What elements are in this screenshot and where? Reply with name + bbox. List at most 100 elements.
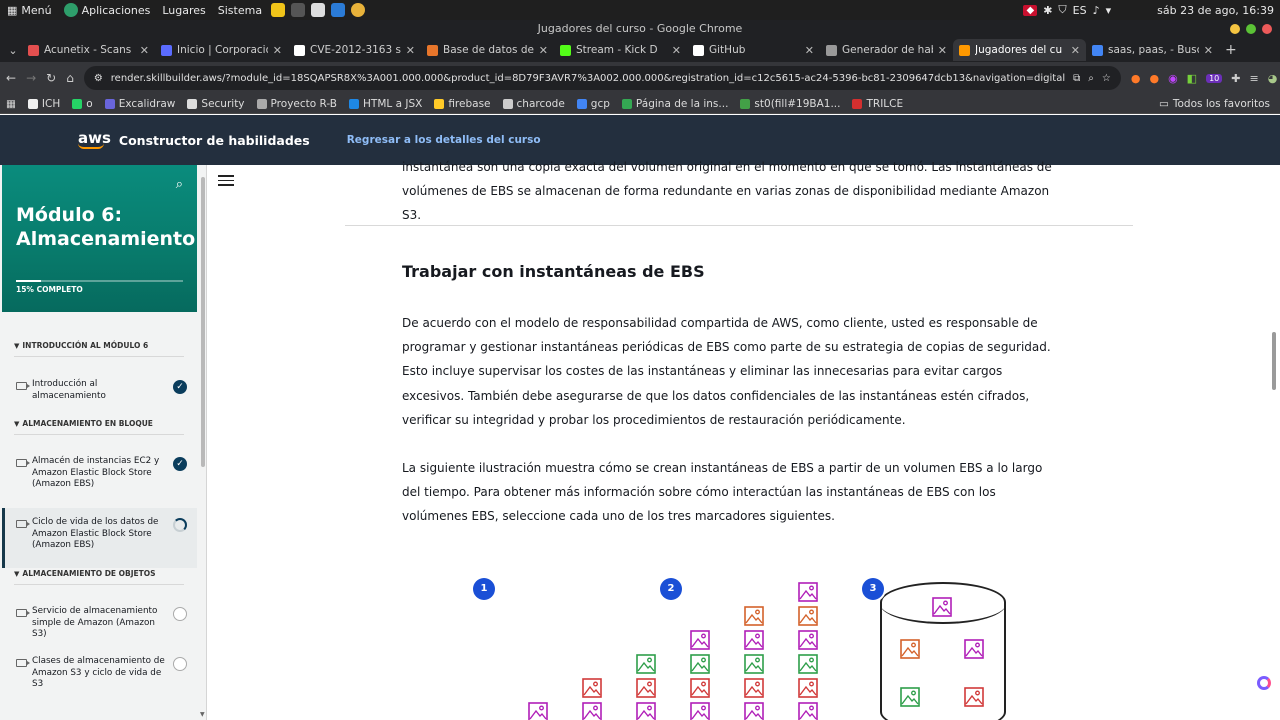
bookmark-item[interactable]: TRILCE — [852, 98, 903, 110]
tab-close-icon[interactable]: ✕ — [805, 44, 814, 57]
terminal-icon[interactable] — [291, 3, 306, 17]
bookmark-item[interactable]: ICH — [27, 98, 60, 110]
browser-tab[interactable]: Acunetix - Scans ✕ — [22, 39, 155, 61]
volume-icon[interactable]: ♪ — [1093, 4, 1100, 17]
shield-icon[interactable]: ⛉ — [1058, 3, 1066, 17]
minimize-button[interactable] — [1230, 24, 1240, 34]
zoom-icon[interactable]: ⌕ — [1088, 73, 1094, 84]
extension-icon-1[interactable]: ● — [1131, 72, 1141, 85]
url-text[interactable]: render.skillbuilder.aws/?module_id=18SQA… — [111, 73, 1065, 84]
video-icon — [16, 609, 30, 617]
maximize-button[interactable] — [1246, 24, 1256, 34]
browser-tab[interactable]: saas, paas, - Busc ✕ — [1086, 39, 1219, 61]
os-menu[interactable]: ▦ Menú — [4, 4, 55, 17]
all-bookmarks-folder[interactable]: ▭ Todos los favoritos — [1159, 98, 1280, 110]
launcher-icon-1[interactable] — [271, 3, 286, 17]
main-scrollbar-thumb[interactable] — [1272, 332, 1276, 390]
bookmark-favicon-icon — [349, 98, 360, 109]
search-icon[interactable]: ⌕ — [176, 177, 183, 192]
section-intro[interactable]: ▼ INTRODUCCIÓN AL MÓDULO 6 — [14, 341, 184, 357]
section-block-storage[interactable]: ▼ ALMACENAMIENTO EN BLOQUE — [14, 419, 184, 435]
back-to-course-link[interactable]: Regresar a los detalles del curso — [347, 134, 541, 146]
tab-close-icon[interactable]: ✕ — [672, 44, 681, 57]
bookmark-item[interactable]: charcode — [502, 98, 565, 110]
tab-close-icon[interactable]: ✕ — [1204, 44, 1213, 57]
bookmark-item[interactable]: gcp — [576, 98, 610, 110]
tab-close-icon[interactable]: ✕ — [938, 44, 947, 57]
browser-tab[interactable]: Jugadores del cu ✕ — [953, 39, 1086, 61]
tab-close-icon[interactable]: ✕ — [406, 44, 415, 57]
sidebar-scrollbar[interactable]: ▼ — [200, 165, 206, 720]
media-icon[interactable]: ≡ — [1249, 72, 1258, 85]
sidebar-scrollbar-thumb[interactable] — [201, 177, 205, 467]
tab-close-icon[interactable]: ✕ — [273, 44, 282, 57]
bookmark-item[interactable]: o — [72, 98, 93, 110]
extension-icon-2[interactable]: ● — [1149, 72, 1159, 85]
image-icon — [964, 639, 984, 659]
editor-icon[interactable] — [311, 3, 326, 17]
forward-icon[interactable]: → — [26, 71, 36, 85]
browser-tab[interactable]: Base de datos de ✕ — [421, 39, 554, 61]
keyboard-layout[interactable]: ES — [1073, 4, 1087, 17]
os-top-bar: ▦ Menú Aplicaciones Lugares Sistema ◆ ✱ ⛉… — [0, 0, 1280, 20]
sidebar-item-s3[interactable]: Servicio de almacenamiento simple de Ama… — [2, 606, 197, 641]
bluetooth-icon[interactable]: ✱ — [1043, 4, 1052, 17]
sidebar-item-ec2-ebs[interactable]: Almacén de instancias EC2 y Amazon Elast… — [2, 456, 197, 491]
image-icon — [932, 597, 952, 617]
anydesk-icon[interactable]: ◆ — [1023, 4, 1038, 16]
extension-badge[interactable]: 10 — [1206, 73, 1223, 83]
profile-avatar[interactable]: ◕ — [1268, 72, 1278, 85]
browser-tab[interactable]: CVE-2012-3163 s ✕ — [288, 39, 421, 61]
hotspot-marker-3[interactable]: 3 — [862, 578, 884, 600]
bookmark-star-icon[interactable]: ☆ — [1102, 73, 1111, 84]
assistant-icon[interactable] — [1257, 676, 1271, 690]
menu-toggle-icon[interactable] — [218, 175, 234, 189]
back-icon[interactable]: ← — [6, 71, 16, 85]
extension-icon-3[interactable]: ◉ — [1168, 72, 1178, 85]
tab-close-icon[interactable]: ✕ — [1071, 44, 1080, 57]
bookmark-item[interactable]: firebase — [434, 98, 491, 110]
home-icon[interactable]: ⌂ — [66, 71, 74, 85]
browser-tab[interactable]: GitHub ✕ — [687, 39, 820, 61]
apps-grid-icon[interactable]: ▦ — [6, 98, 16, 110]
vscode-icon[interactable] — [331, 3, 346, 17]
tab-search-icon[interactable]: ⌄ — [4, 44, 22, 57]
sidebar-item-intro-storage[interactable]: Introducción al almacenamiento ✓ — [2, 379, 197, 402]
browser-tab[interactable]: Inicio | Corporacion✕ — [155, 39, 288, 61]
image-icon — [900, 639, 920, 659]
puzzle-icon[interactable]: ✚ — [1231, 72, 1240, 85]
hotspot-marker-1[interactable]: 1 — [473, 578, 495, 600]
bookmark-item[interactable]: HTML a JSX — [349, 98, 422, 110]
reload-icon[interactable]: ↻ — [46, 71, 56, 85]
hotspot-marker-2[interactable]: 2 — [660, 578, 682, 600]
tab-close-icon[interactable]: ✕ — [539, 44, 548, 57]
close-button[interactable] — [1262, 24, 1272, 34]
course-sidebar: ⌕ Módulo 6: Almacenamiento 15% COMPLETO … — [0, 165, 207, 720]
omnibox[interactable]: ⚙ render.skillbuilder.aws/?module_id=18S… — [83, 66, 1121, 90]
aws-logo[interactable]: aws — [78, 130, 111, 149]
new-tab-button[interactable]: + — [1225, 42, 1237, 58]
os-system-menu[interactable]: Sistema — [215, 4, 265, 17]
bookmarks-bar: ▦ ICH o Excalidraw Security Proyecto R-B HTML… — [0, 94, 1280, 114]
translate-icon[interactable]: ⧉ — [1073, 73, 1080, 84]
bookmark-item[interactable]: Proyecto R-B — [256, 98, 337, 110]
browser-tab[interactable]: Stream - Kick D ✕ — [554, 39, 687, 61]
bookmark-item[interactable]: Página de la ins... — [621, 98, 728, 110]
chrome-icon[interactable] — [351, 3, 366, 17]
clock[interactable]: sáb 23 de ago, 16:39 — [1157, 4, 1274, 17]
sidebar-item-ebs-lifecycle[interactable]: Ciclo de vida de los datos de Amazon Ela… — [2, 508, 197, 568]
bookmark-item[interactable]: Security — [187, 98, 245, 110]
app-name[interactable]: Constructor de habilidades — [119, 133, 310, 148]
os-apps-menu[interactable]: Aplicaciones — [61, 3, 154, 17]
bookmark-item[interactable]: st0(fill#19BA1... — [740, 98, 840, 110]
extension-icon-4[interactable]: ◧ — [1187, 72, 1197, 85]
network-icon[interactable]: ▾ — [1106, 4, 1112, 17]
section-object-storage[interactable]: ▼ ALMACENAMIENTO DE OBJETOS — [14, 569, 184, 585]
browser-tab[interactable]: Generador de hab ✕ — [820, 39, 953, 61]
tab-close-icon[interactable]: ✕ — [140, 44, 149, 57]
sidebar-item-s3-classes[interactable]: Clases de almacenamiento de Amazon S3 y … — [2, 656, 197, 691]
scroll-down-icon[interactable]: ▼ — [200, 711, 205, 718]
os-places-menu[interactable]: Lugares — [159, 4, 208, 17]
site-info-icon[interactable]: ⚙ — [94, 73, 103, 84]
bookmark-item[interactable]: Excalidraw — [104, 98, 175, 110]
